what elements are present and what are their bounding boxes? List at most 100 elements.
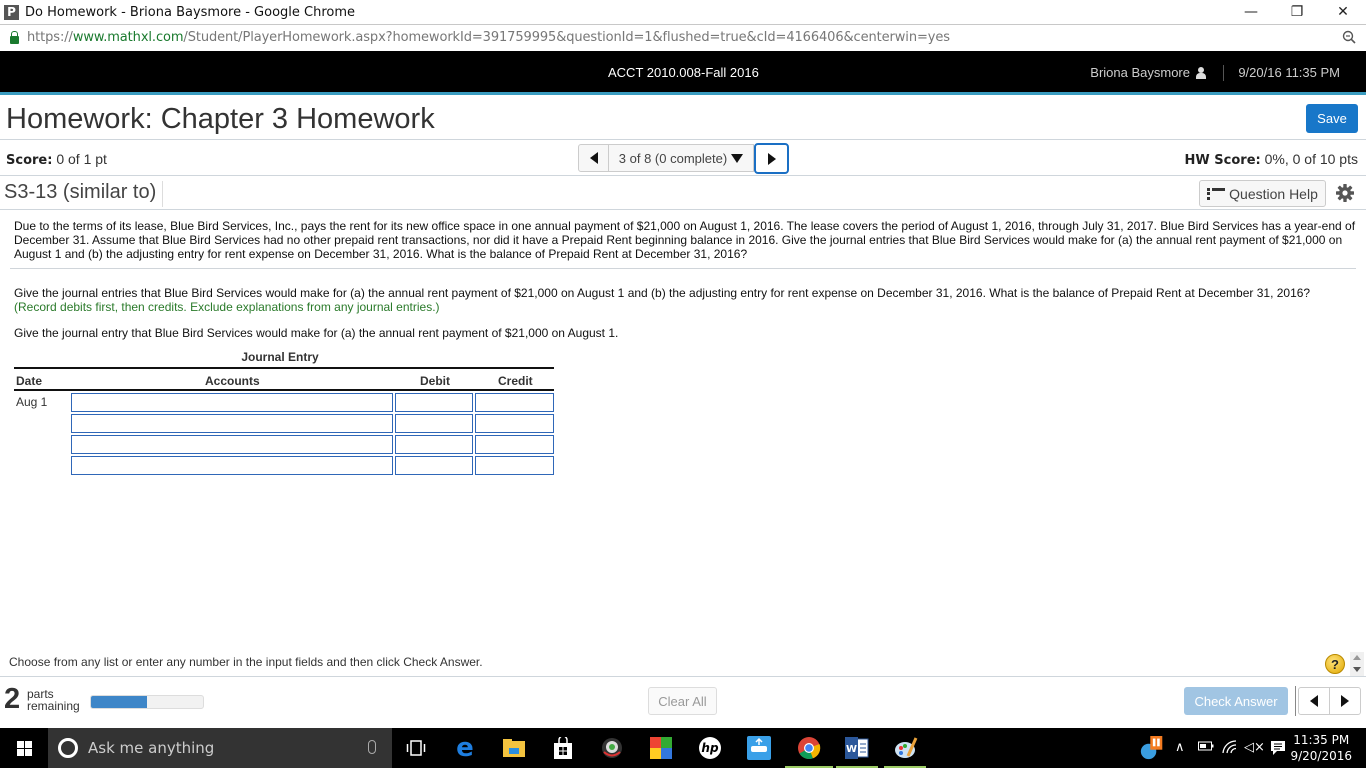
list-icon [1207, 187, 1226, 200]
scroll-up-icon[interactable] [1353, 655, 1361, 660]
previous-part-button[interactable] [1298, 687, 1330, 715]
question-header-row: S3-13 (similar to) Question Help [0, 177, 1366, 210]
word-icon[interactable]: W [845, 736, 869, 760]
show-hidden-icons[interactable]: ∧ [1175, 740, 1185, 755]
cortana-search[interactable]: Ask me anything [48, 728, 392, 768]
credit-input[interactable] [475, 414, 554, 433]
part-a-prompt: Give the journal entry that Blue Bird Se… [14, 326, 619, 340]
question-select[interactable]: 3 of 8 (0 complete) [609, 144, 754, 172]
paint-icon[interactable] [894, 736, 918, 760]
credit-input[interactable] [475, 456, 554, 475]
close-button[interactable]: ✕ [1320, 0, 1366, 24]
next-question-button[interactable] [754, 143, 789, 174]
cortana-icon [58, 738, 78, 758]
hw-score-label: HW Score: [1184, 153, 1261, 168]
instruction-note: (Record debits first, then credits. Excl… [14, 300, 440, 314]
wifi-icon[interactable] [1222, 740, 1238, 758]
task-view-icon[interactable] [404, 736, 428, 760]
battery-icon[interactable] [1198, 740, 1214, 756]
app-icon: P [4, 4, 19, 20]
question-pager: 3 of 8 (0 complete) [578, 143, 789, 174]
parts-remaining-count: 2 [4, 683, 21, 715]
clock-time: 11:35 PM [1293, 733, 1350, 747]
account-input[interactable] [71, 456, 393, 475]
svg-text:hp: hp [701, 741, 719, 755]
journal-row [14, 454, 554, 475]
course-header: ACCT 2010.008-Fall 2016 Briona Baysmore … [0, 51, 1366, 95]
save-button[interactable]: Save [1306, 104, 1358, 133]
url-path: /Student/PlayerHomework.aspx?homeworkId=… [183, 30, 950, 45]
credit-input[interactable] [475, 435, 554, 454]
parts-label-line2: remaining [27, 699, 80, 713]
arrow-left-icon [1310, 695, 1318, 707]
restore-button[interactable]: ❐ [1274, 0, 1320, 24]
journal-title: Journal Entry [241, 350, 319, 364]
clear-all-button[interactable]: Clear All [648, 687, 717, 715]
url-text[interactable]: https://www.mathxl.com/Student/PlayerHom… [27, 30, 950, 45]
help-icon[interactable]: ? [1325, 654, 1345, 674]
hp-icon[interactable]: hp [698, 736, 722, 760]
score-value: 0 of 1 pt [52, 151, 107, 167]
scroll-down-icon[interactable] [1353, 667, 1361, 672]
homework-score: HW Score: 0%, 0 of 10 pts [1185, 151, 1358, 168]
puzzle-app-icon[interactable] [649, 736, 673, 760]
journal-row [14, 433, 554, 454]
parts-progress-bar [90, 695, 204, 709]
debit-input[interactable] [395, 456, 473, 475]
question-select-value: 3 of 8 (0 complete) [618, 150, 728, 166]
debit-input[interactable] [395, 435, 473, 454]
column-header-accounts: Accounts [205, 374, 260, 388]
zoom-out-icon[interactable] [1342, 30, 1356, 44]
store-icon[interactable] [551, 736, 575, 760]
account-input[interactable] [71, 414, 393, 433]
journal-row [14, 412, 554, 433]
account-input[interactable] [71, 435, 393, 454]
progress-fill [91, 696, 147, 708]
notification-app-icon[interactable] [1140, 736, 1164, 760]
svg-text:W: W [846, 744, 857, 755]
edge-icon[interactable]: e [453, 735, 477, 761]
debit-input[interactable] [395, 393, 473, 412]
gear-icon[interactable] [1335, 183, 1355, 203]
address-bar[interactable]: https://www.mathxl.com/Student/PlayerHom… [0, 24, 1366, 50]
microphone-icon[interactable] [368, 740, 376, 754]
network-app-icon[interactable] [747, 736, 771, 760]
journal-header-row: Date Accounts Debit Credit [14, 367, 554, 391]
score-row: Score: 0 of 1 pt 3 of 8 (0 complete) HW … [0, 141, 1366, 176]
hint-scrollbar[interactable] [1350, 652, 1364, 676]
question-help-button[interactable]: Question Help [1199, 180, 1326, 207]
webcam-app-icon[interactable] [600, 736, 624, 760]
user-icon [1196, 66, 1206, 79]
check-answer-button[interactable]: Check Answer [1184, 687, 1288, 715]
score-label: Score: [6, 153, 53, 168]
file-explorer-icon[interactable] [502, 736, 526, 760]
cortana-placeholder: Ask me anything [88, 739, 215, 757]
column-header-debit: Debit [420, 374, 450, 388]
problem-divider [10, 268, 1356, 269]
arrow-right-icon [1341, 695, 1349, 707]
debit-input[interactable] [395, 414, 473, 433]
action-center-icon[interactable] [1270, 740, 1286, 760]
header-datetime: 9/20/16 11:35 PM [1238, 65, 1340, 80]
journal-row: Aug 1 [14, 391, 554, 412]
footer-nav-separator [1295, 686, 1296, 716]
previous-question-button[interactable] [578, 144, 609, 172]
journal-entry-table: Journal Entry Date Accounts Debit Credit… [14, 350, 554, 475]
system-clock[interactable]: 11:35 PM 9/20/2016 [1290, 732, 1352, 764]
credit-input[interactable] [475, 393, 554, 412]
parts-remaining-label: parts remaining [27, 688, 80, 712]
page-title: Homework: Chapter 3 Homework [6, 103, 435, 135]
hint-text: Choose from any list or enter any number… [9, 655, 483, 669]
problem-statement: Due to the terms of its lease, Blue Bird… [14, 219, 1356, 261]
windows-taskbar: Ask me anything e hp W ∧ ◁× 11:35 PM 9/2… [0, 728, 1366, 768]
chrome-icon[interactable] [796, 736, 822, 760]
clock-date: 9/20/2016 [1290, 749, 1352, 763]
minimize-button[interactable]: — [1228, 0, 1274, 24]
account-input[interactable] [71, 393, 393, 412]
arrow-right-icon [767, 152, 776, 165]
volume-muted-icon[interactable]: ◁× [1244, 740, 1265, 755]
user-info[interactable]: Briona Baysmore [1090, 65, 1206, 80]
hw-score-value: 0%, 0 of 10 pts [1260, 151, 1358, 167]
start-button[interactable] [0, 728, 48, 768]
next-part-button[interactable] [1329, 687, 1361, 715]
